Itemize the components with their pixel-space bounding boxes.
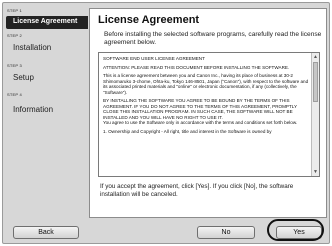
license-paragraph: BY INSTALLING THE SOFTWARE YOU AGREE TO … <box>103 98 298 125</box>
content-panel: License Agreement Before installing the … <box>89 8 327 218</box>
step-4-label: Information <box>13 105 54 114</box>
license-paragraph: This is a license agreement between you … <box>103 73 309 95</box>
license-paragraph: ATTENTION: PLEASE READ THIS DOCUMENT BEF… <box>103 64 290 70</box>
license-scrollbar[interactable]: ▲ ▼ <box>311 53 319 176</box>
yes-highlight-circle <box>267 219 324 241</box>
accept-instructions: If you accept the agreement, click [Yes]… <box>100 183 294 198</box>
license-heading: SOFTWARE END USER LICENSE AGREEMENT <box>103 56 205 61</box>
step-3-number: STEP 3 <box>7 63 22 68</box>
back-button[interactable]: Back <box>13 226 79 239</box>
installer-window: STEP 1 License Agreement STEP 2 Installa… <box>2 2 330 244</box>
step-3-label: Setup <box>13 73 34 82</box>
step-2-number: STEP 2 <box>7 33 22 38</box>
step-4-number: STEP 4 <box>7 92 22 97</box>
scroll-thumb[interactable] <box>313 62 318 102</box>
scroll-down-arrow-icon[interactable]: ▼ <box>312 168 319 176</box>
step-1-number: STEP 1 <box>7 8 22 13</box>
step-sidebar: STEP 1 License Agreement STEP 2 Installa… <box>3 3 89 221</box>
step-2-label: Installation <box>13 43 52 52</box>
page-subtitle: Before installing the selected software … <box>104 31 322 46</box>
step-1-label: License Agreement <box>6 16 88 29</box>
license-paragraph: 1. Ownership and Copyright - All right, … <box>103 128 272 134</box>
page-title: License Agreement <box>98 14 200 26</box>
scroll-up-arrow-icon[interactable]: ▲ <box>312 53 319 61</box>
license-text-box[interactable]: SOFTWARE END USER LICENSE AGREEMENT ATTE… <box>98 52 320 177</box>
no-button[interactable]: No <box>197 226 255 239</box>
license-text: SOFTWARE END USER LICENSE AGREEMENT ATTE… <box>103 56 309 137</box>
